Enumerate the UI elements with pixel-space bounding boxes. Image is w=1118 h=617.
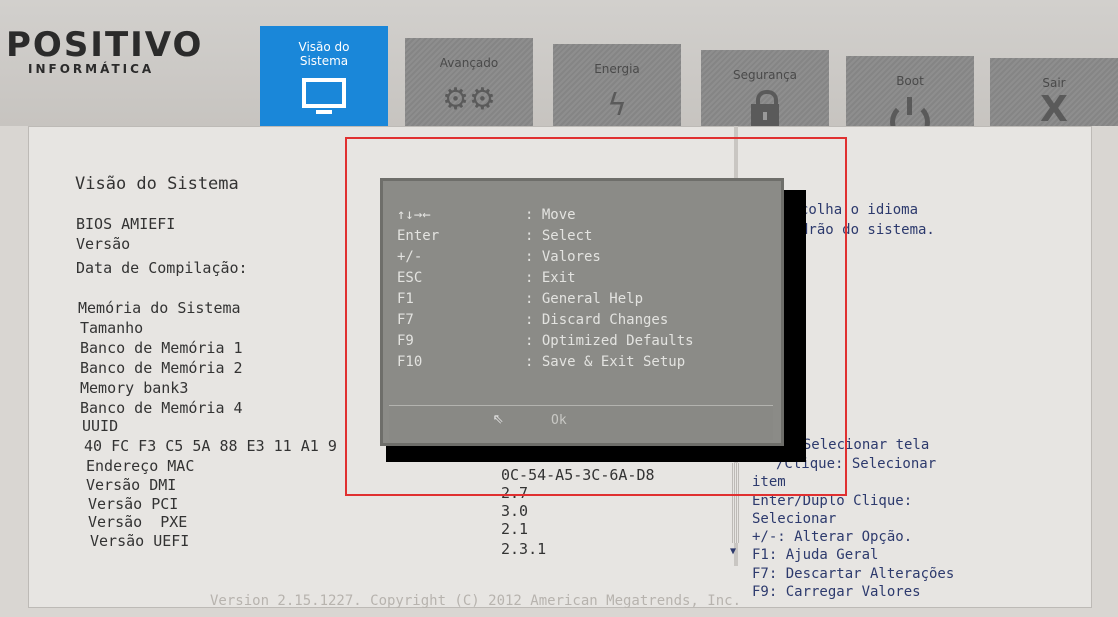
bios-label: BIOS AMIEFI bbox=[76, 215, 176, 233]
dmi-label: Versão DMI bbox=[86, 476, 177, 494]
uuid-label: UUID bbox=[82, 417, 119, 435]
tab-label: Sair bbox=[1042, 76, 1066, 90]
help-line-9: F9: Carregar Valores bbox=[752, 584, 921, 600]
highlight-box bbox=[345, 137, 847, 496]
lightning-icon: ϟ bbox=[607, 88, 627, 123]
version-label: Versão bbox=[76, 235, 131, 253]
tab-label: Boot bbox=[896, 74, 924, 88]
tab-avancado[interactable]: Avançado ⚙⚙ bbox=[405, 38, 533, 134]
x-icon: X bbox=[1040, 89, 1068, 130]
monitor-icon bbox=[302, 78, 346, 114]
help-line-8: F7: Descartar Alterações bbox=[752, 566, 955, 582]
tab-sair[interactable]: Sair X bbox=[990, 58, 1118, 130]
page-title: Visão do Sistema bbox=[75, 174, 239, 194]
pxe-label: Versão PXE bbox=[88, 513, 188, 531]
tab-label: Visão do Sistema bbox=[298, 40, 350, 68]
help-line-7: F1: Ajuda Geral bbox=[752, 547, 879, 563]
uefi-label: Versão UEFI bbox=[90, 532, 190, 550]
scroll-down-arrow-icon[interactable]: ▼ bbox=[730, 546, 736, 557]
brand-name: POSITIVO bbox=[6, 25, 204, 65]
size-label: Tamanho bbox=[80, 319, 144, 337]
gears-icon: ⚙⚙ bbox=[442, 82, 496, 117]
tab-label: Avançado bbox=[439, 56, 499, 70]
uuid-value: 40 FC F3 C5 5A 88 E3 11 A1 9 bbox=[84, 437, 337, 455]
tab-label: Segurança bbox=[732, 68, 798, 82]
tab-visao-do-sistema[interactable]: Visão do Sistema bbox=[260, 26, 388, 126]
pxe-value: 2.1 bbox=[501, 520, 529, 538]
brand-logo: POSITIVO INFORMÁTICA bbox=[6, 28, 203, 76]
lock-icon bbox=[751, 90, 779, 126]
memory-title: Memória do Sistema bbox=[78, 299, 241, 317]
help-line-5: Selecionar bbox=[752, 511, 837, 527]
mac-label: Endereço MAC bbox=[86, 457, 195, 475]
uefi-value: 2.3.1 bbox=[501, 540, 547, 558]
bank1-label: Banco de Memória 1 bbox=[80, 339, 243, 357]
copyright-footer: Version 2.15.1227. Copyright (C) 2012 Am… bbox=[210, 593, 742, 609]
bank3-label: Memory bank3 bbox=[80, 379, 189, 397]
pci-label: Versão PCI bbox=[88, 495, 179, 513]
bank2-label: Banco de Memória 2 bbox=[80, 359, 243, 377]
tab-boot[interactable]: Boot bbox=[846, 56, 974, 142]
pci-value: 3.0 bbox=[501, 502, 529, 520]
tab-label: Energia bbox=[594, 62, 640, 76]
help-line-6: +/-: Alterar Opção. bbox=[752, 529, 913, 545]
bank4-label: Banco de Memória 4 bbox=[80, 399, 243, 417]
build-date-label: Data de Compilação: bbox=[76, 259, 248, 277]
